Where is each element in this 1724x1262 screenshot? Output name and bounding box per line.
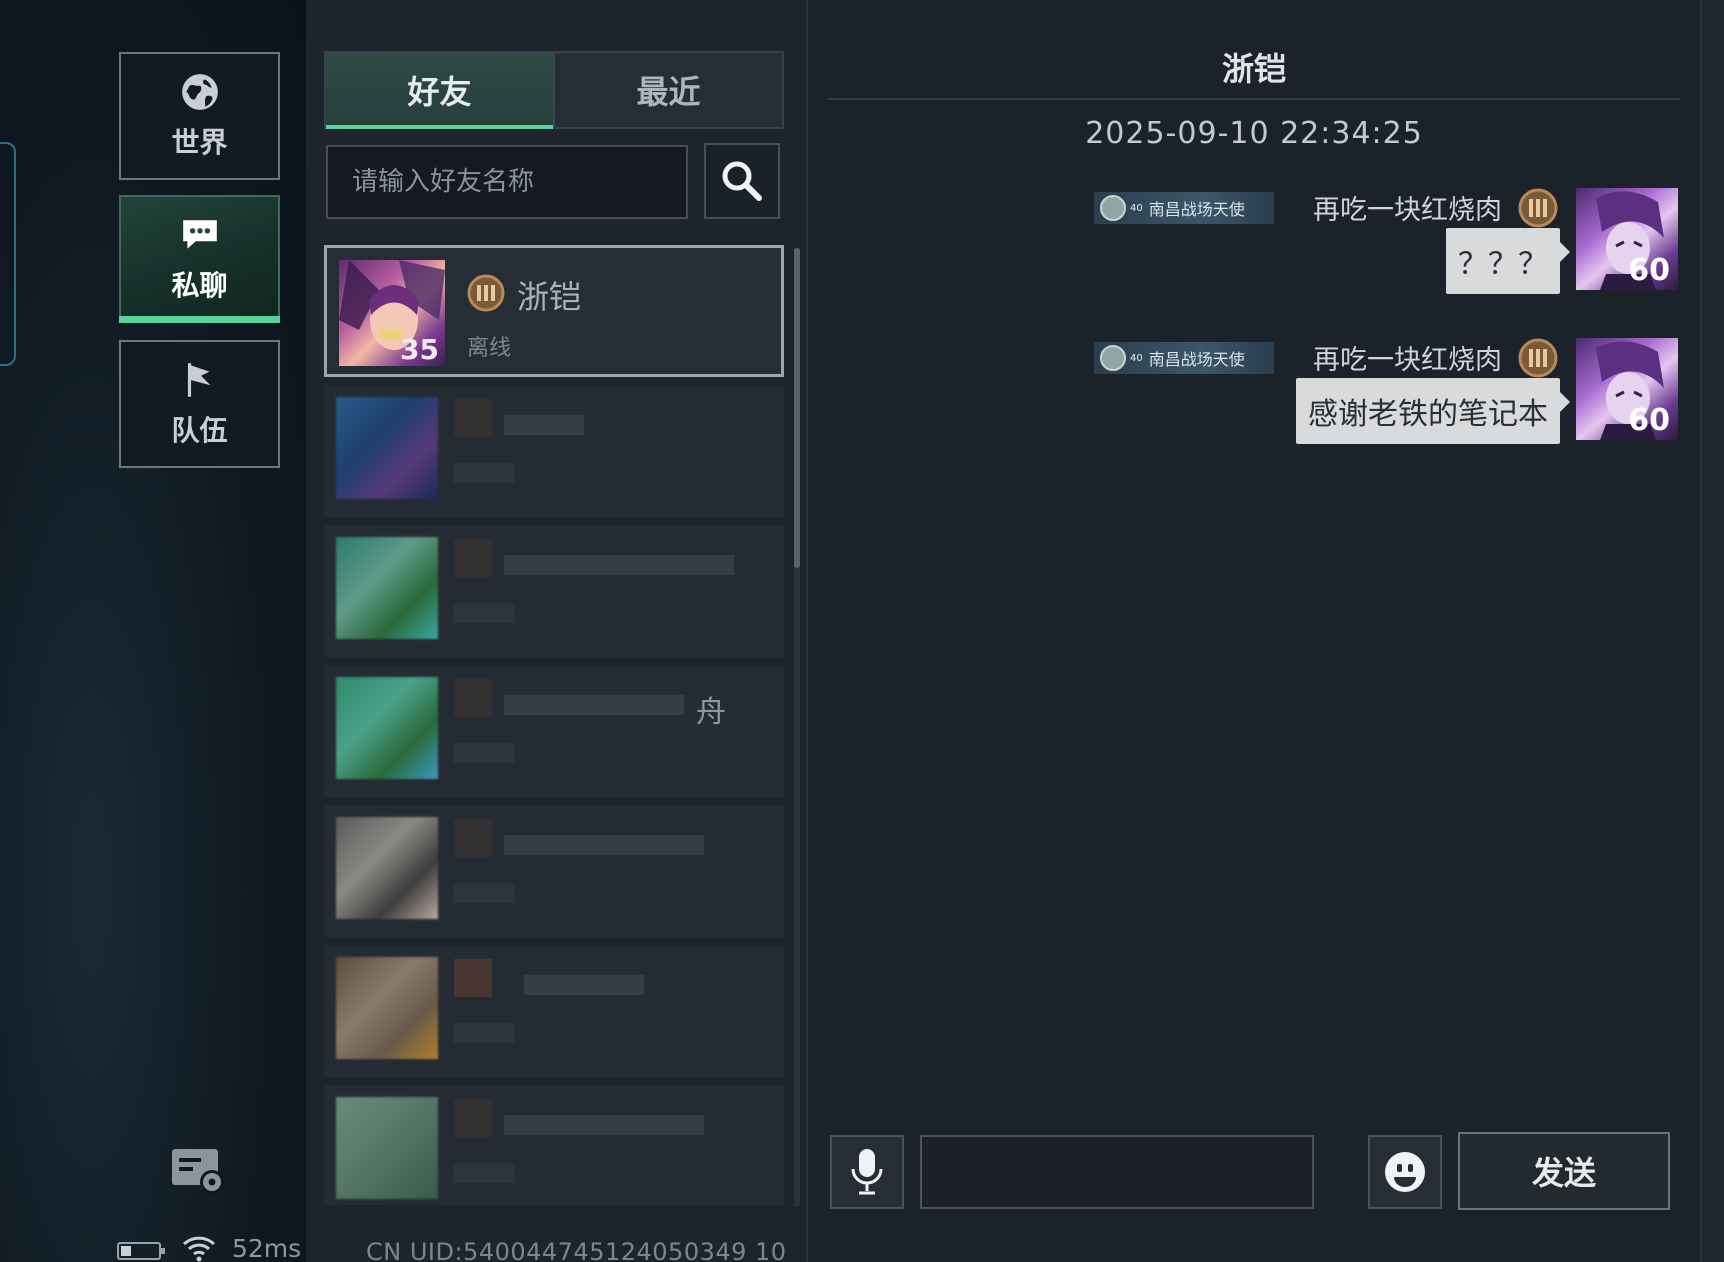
blurred-status bbox=[454, 1023, 514, 1043]
message-bubble: ？？？ bbox=[1446, 228, 1570, 294]
active-channel-indicator bbox=[119, 316, 280, 323]
player-title-badge: 40 南昌战场天使 bbox=[1094, 192, 1274, 224]
chat-panel: 浙铠 2025-09-10 22:34:25 40 南昌战场天使 再吃一块红烧肉… bbox=[810, 0, 1698, 1262]
channel-private-label: 私聊 bbox=[171, 269, 228, 302]
blurred-status bbox=[454, 883, 514, 903]
voice-input-button[interactable] bbox=[830, 1135, 904, 1209]
sender-name: 再吃一块红烧肉 bbox=[1313, 195, 1502, 226]
friend-list-scroll-thumb[interactable] bbox=[794, 248, 800, 568]
friend-avatar: 35 bbox=[339, 260, 445, 366]
friend-status: 离线 bbox=[467, 336, 512, 361]
blurred-rank bbox=[454, 819, 492, 857]
friend-avatar bbox=[336, 397, 438, 499]
badge-level: 40 bbox=[1130, 352, 1143, 364]
friend-tabs: 好友 最近 bbox=[324, 51, 784, 129]
sender-level: 60 bbox=[1628, 403, 1670, 438]
channel-world-label: 世界 bbox=[171, 126, 228, 159]
microphone-icon bbox=[851, 1149, 883, 1195]
chat-message: 40 南昌战场天使 再吃一块红烧肉 60 感谢老铁的笔记本 bbox=[978, 338, 1678, 448]
tab-friends[interactable]: 好友 bbox=[326, 53, 553, 129]
message-input[interactable] bbox=[920, 1135, 1314, 1209]
user-uid: CN UID:540044745124050349 10 bbox=[366, 1238, 787, 1262]
emblem-icon bbox=[1100, 345, 1126, 371]
friend-name-fragment: 舟 bbox=[696, 695, 726, 730]
right-edge-panel bbox=[1700, 0, 1724, 1262]
sender-avatar[interactable]: 60 bbox=[1576, 338, 1678, 440]
rank-iii-icon bbox=[1518, 338, 1558, 378]
ping-readout: 52ms bbox=[232, 1234, 302, 1262]
friend-list-item[interactable] bbox=[324, 1085, 784, 1205]
sender-level: 60 bbox=[1628, 253, 1670, 288]
friend-avatar bbox=[336, 817, 438, 919]
blurred-rank bbox=[454, 539, 492, 577]
badge-title: 南昌战场天使 bbox=[1148, 200, 1245, 219]
badge-title: 南昌战场天使 bbox=[1148, 350, 1245, 369]
wifi-icon bbox=[182, 1236, 216, 1262]
rank-iii-icon bbox=[1518, 188, 1558, 228]
friend-search-input[interactable] bbox=[326, 145, 688, 219]
blurred-name bbox=[504, 415, 584, 435]
friend-list-item[interactable] bbox=[324, 525, 784, 657]
sender-avatar[interactable]: 60 bbox=[1576, 188, 1678, 290]
friend-panel: 好友 最近 35 bbox=[306, 0, 808, 1262]
message-timestamp: 2025-09-10 22:34:25 bbox=[1085, 116, 1423, 151]
friend-list[interactable]: 35 浙铠 离线 舟 bbox=[324, 245, 786, 1205]
chat-partner-name: 浙铠 bbox=[1221, 50, 1286, 88]
send-button[interactable]: 发送 bbox=[1458, 1132, 1670, 1210]
rail-edge-frame bbox=[0, 142, 16, 366]
blurred-name bbox=[504, 695, 684, 715]
blurred-name bbox=[524, 975, 644, 995]
chat-settings-icon[interactable] bbox=[170, 1146, 228, 1196]
blurred-name bbox=[504, 835, 704, 855]
blurred-rank bbox=[454, 1099, 492, 1137]
badge-level: 40 bbox=[1130, 202, 1143, 214]
blurred-rank bbox=[454, 959, 492, 997]
friend-list-item[interactable]: 舟 bbox=[324, 665, 784, 797]
blurred-rank bbox=[454, 679, 492, 717]
blurred-status bbox=[454, 743, 514, 763]
tab-recent[interactable]: 最近 bbox=[553, 53, 782, 127]
channel-world-button[interactable]: 世界 bbox=[119, 52, 280, 180]
friend-list-item-selected[interactable]: 35 浙铠 离线 bbox=[324, 245, 784, 377]
emoji-button[interactable] bbox=[1368, 1135, 1442, 1209]
globe-icon bbox=[181, 74, 218, 110]
friend-level: 35 bbox=[400, 333, 439, 366]
friend-avatar bbox=[336, 957, 438, 1059]
friend-avatar bbox=[336, 677, 438, 779]
sender-name: 再吃一块红烧肉 bbox=[1313, 345, 1502, 376]
friend-list-item[interactable] bbox=[324, 805, 784, 937]
channel-team-button[interactable]: 队伍 bbox=[119, 340, 280, 468]
blurred-status bbox=[454, 1163, 514, 1183]
friend-list-item[interactable] bbox=[324, 945, 784, 1077]
search-button[interactable] bbox=[704, 143, 780, 219]
title-divider bbox=[828, 98, 1680, 100]
blurred-status bbox=[454, 603, 514, 623]
friend-list-item[interactable] bbox=[324, 385, 784, 517]
blurred-status bbox=[454, 463, 514, 483]
channel-private-button[interactable]: 私聊 bbox=[119, 195, 280, 323]
rank-iii-icon bbox=[467, 274, 505, 312]
friend-name: 浙铠 bbox=[517, 278, 582, 316]
friend-avatar bbox=[336, 537, 438, 639]
friend-avatar bbox=[336, 1097, 438, 1199]
message-bubble: 感谢老铁的笔记本 bbox=[1296, 378, 1570, 444]
emblem-icon bbox=[1100, 195, 1126, 221]
search-icon bbox=[722, 161, 762, 201]
channel-team-label: 队伍 bbox=[171, 414, 228, 447]
chat-bubble-icon bbox=[182, 220, 217, 249]
blurred-name bbox=[504, 1115, 704, 1135]
channel-rail: 世界 私聊 队伍 52ms bbox=[0, 0, 306, 1262]
flag-icon bbox=[187, 363, 210, 397]
blurred-rank bbox=[454, 399, 492, 437]
battery-icon bbox=[117, 1242, 165, 1260]
player-title-badge: 40 南昌战场天使 bbox=[1094, 342, 1274, 374]
blurred-name bbox=[504, 555, 734, 575]
chat-message: 40 南昌战场天使 再吃一块红烧肉 60 ？？？ bbox=[978, 188, 1678, 298]
smiley-icon bbox=[1385, 1152, 1425, 1192]
